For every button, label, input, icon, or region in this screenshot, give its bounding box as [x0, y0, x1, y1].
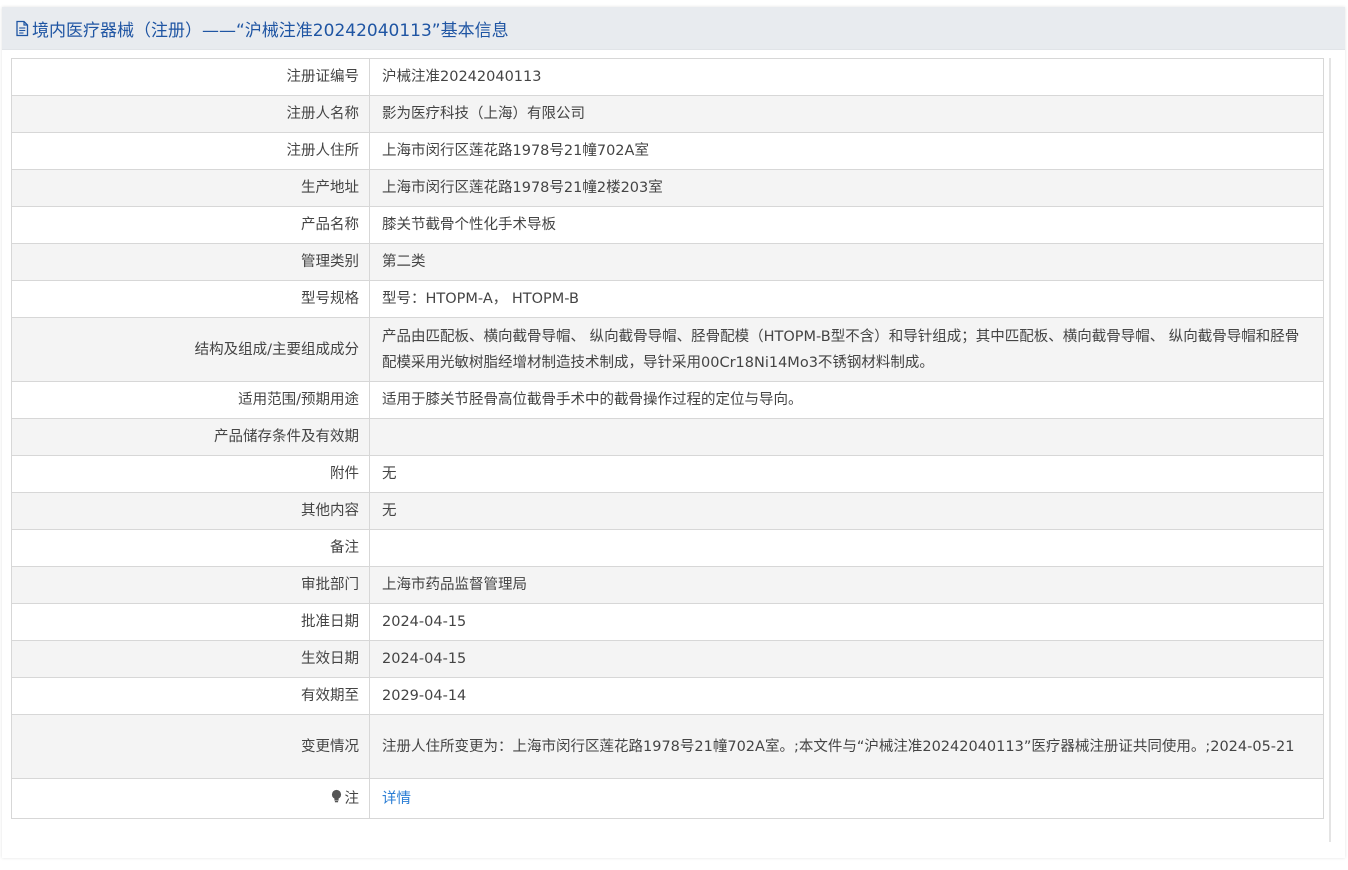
table-row: 批准日期 2024-04-15: [11, 603, 1324, 641]
row-label-structure: 结构及组成/主要组成成分: [11, 317, 370, 382]
panel-header: 境内医疗器械（注册）——“沪械注准20242040113”基本信息: [2, 7, 1345, 50]
row-value-other: 无: [369, 492, 1324, 530]
table-row: 管理类别 第二类: [11, 243, 1324, 281]
row-label-production-address: 生产地址: [11, 169, 370, 207]
row-label-registrant-name: 注册人名称: [11, 95, 370, 133]
table-row: 附件 无: [11, 455, 1324, 493]
row-label-management-class: 管理类别: [11, 243, 370, 281]
row-value-management-class: 第二类: [369, 243, 1324, 281]
scrollbar-track[interactable]: [1329, 58, 1331, 842]
table-row: 变更情况 注册人住所变更为：上海市闵行区莲花路1978号21幢702A室。;本文…: [11, 714, 1324, 779]
table-row: 其他内容 无: [11, 492, 1324, 530]
row-value-attachments: 无: [369, 455, 1324, 493]
table-row: 备注: [11, 529, 1324, 567]
row-label-effective-date: 生效日期: [11, 640, 370, 678]
row-label-intended-use: 适用范围/预期用途: [11, 381, 370, 419]
row-label-storage: 产品储存条件及有效期: [11, 418, 370, 456]
row-label-approval-dept: 审批部门: [11, 566, 370, 604]
table-row: 注册人名称 影为医疗科技（上海）有限公司: [11, 95, 1324, 133]
table-row: 适用范围/预期用途 适用于膝关节胫骨高位截骨手术中的截骨操作过程的定位与导向。: [11, 381, 1324, 419]
row-value-product-name: 膝关节截骨个性化手术导板: [369, 206, 1324, 244]
table-row: 产品名称 膝关节截骨个性化手术导板: [11, 206, 1324, 244]
row-value-changes: 注册人住所变更为：上海市闵行区莲花路1978号21幢702A室。;本文件与“沪械…: [369, 714, 1324, 779]
info-table: 注册证编号 沪械注准20242040113 注册人名称 影为医疗科技（上海）有限…: [11, 58, 1324, 819]
row-label-attachments: 附件: [11, 455, 370, 493]
page-title: 境内医疗器械（注册）——“沪械注准20242040113”基本信息: [32, 20, 509, 41]
row-label-registrant-address: 注册人住所: [11, 132, 370, 170]
table-row: 注 详情: [11, 778, 1324, 819]
table-row: 注册证编号 沪械注准20242040113: [11, 58, 1324, 96]
details-link[interactable]: 详情: [382, 791, 411, 807]
table-row: 审批部门 上海市药品监督管理局: [11, 566, 1324, 604]
table-row: 型号规格 型号：HTOPM-A， HTOPM-B: [11, 280, 1324, 318]
row-value-registrant-name: 影为医疗科技（上海）有限公司: [369, 95, 1324, 133]
row-label-registration-no: 注册证编号: [11, 58, 370, 96]
row-value-registration-no: 沪械注准20242040113: [369, 58, 1324, 96]
table-row: 生效日期 2024-04-15: [11, 640, 1324, 678]
row-value-note: 详情: [369, 778, 1324, 819]
row-value-remarks: [369, 529, 1324, 567]
note-label: 注: [330, 786, 360, 812]
row-label-approval-date: 批准日期: [11, 603, 370, 641]
row-label-remarks: 备注: [11, 529, 370, 567]
note-text: 注: [344, 790, 360, 807]
row-value-valid-until: 2029-04-14: [369, 677, 1324, 715]
table-row: 产品储存条件及有效期: [11, 418, 1324, 456]
row-label-other: 其他内容: [11, 492, 370, 530]
row-value-intended-use: 适用于膝关节胫骨高位截骨手术中的截骨操作过程的定位与导向。: [369, 381, 1324, 419]
lightbulb-icon: [330, 786, 343, 812]
table-row: 有效期至 2029-04-14: [11, 677, 1324, 715]
row-value-model-spec: 型号：HTOPM-A， HTOPM-B: [369, 280, 1324, 318]
row-value-registrant-address: 上海市闵行区莲花路1978号21幢702A室: [369, 132, 1324, 170]
row-label-product-name: 产品名称: [11, 206, 370, 244]
table-row: 注册人住所 上海市闵行区莲花路1978号21幢702A室: [11, 132, 1324, 170]
row-value-approval-dept: 上海市药品监督管理局: [369, 566, 1324, 604]
table-row: 结构及组成/主要组成成分 产品由匹配板、横向截骨导帽、 纵向截骨导帽、胫骨配模（…: [11, 317, 1324, 382]
row-label-model-spec: 型号规格: [11, 280, 370, 318]
row-label-changes: 变更情况: [11, 714, 370, 779]
document-icon: [14, 20, 30, 37]
row-label-valid-until: 有效期至: [11, 677, 370, 715]
table-row: 生产地址 上海市闵行区莲花路1978号21幢2楼203室: [11, 169, 1324, 207]
row-value-production-address: 上海市闵行区莲花路1978号21幢2楼203室: [369, 169, 1324, 207]
row-value-storage: [369, 418, 1324, 456]
row-value-approval-date: 2024-04-15: [369, 603, 1324, 641]
row-value-effective-date: 2024-04-15: [369, 640, 1324, 678]
row-label-note: 注: [11, 778, 370, 819]
row-value-structure: 产品由匹配板、横向截骨导帽、 纵向截骨导帽、胫骨配模（HTOPM-B型不含）和导…: [369, 317, 1324, 382]
